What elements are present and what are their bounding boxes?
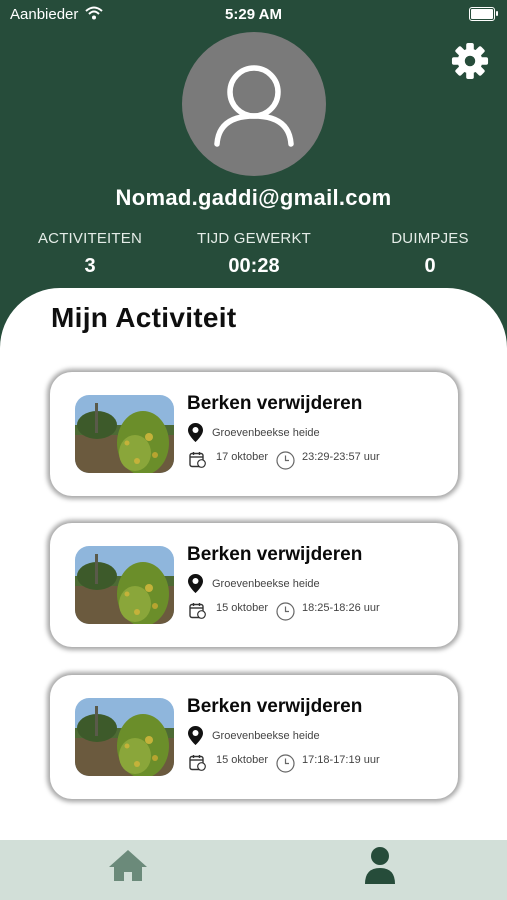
gear-icon[interactable] (451, 42, 489, 80)
stat-value: 3 (84, 255, 96, 277)
map-pin-icon (188, 574, 203, 593)
battery-icon (469, 7, 498, 21)
stat-label: DUIMPJES (391, 230, 469, 247)
stat-time-worked: TIJD GEWERKT 00:28 (188, 230, 320, 278)
activity-date: 17 oktober (216, 451, 268, 463)
activity-photo (75, 546, 174, 624)
person-icon (214, 65, 294, 147)
activity-time-range: 23:29-23:57 uur (302, 451, 380, 463)
status-bar: Aanbieder 5:29 AM (0, 0, 507, 30)
section-title: Mijn Activiteit (51, 302, 237, 333)
calendar-icon (189, 452, 206, 468)
stat-thumbs: DUIMPJES 0 (370, 230, 490, 278)
battery-level (471, 9, 493, 19)
person-icon[interactable] (362, 846, 398, 884)
activity-date: 15 oktober (216, 754, 268, 766)
activity-date: 15 oktober (216, 602, 268, 614)
status-time: 5:29 AM (225, 6, 282, 23)
stats-row: ACTIVITEITEN 3 TIJD GEWERKT 00:28 DUIMPJ… (0, 230, 507, 290)
stat-value: 00:28 (228, 255, 280, 277)
activity-card[interactable]: Berken verwijderen Groevenbeekse heide 1… (50, 372, 458, 496)
clock-icon (276, 602, 295, 621)
activity-location: Groevenbeekse heide (212, 427, 320, 439)
activity-title: Berken verwijderen (187, 696, 363, 717)
activity-card[interactable]: Berken verwijderen Groevenbeekse heide 1… (50, 675, 458, 799)
user-email: Nomad.gaddi@gmail.com (115, 185, 392, 210)
activity-title: Berken verwijderen (187, 544, 363, 565)
activity-photo (75, 395, 174, 473)
stat-value: 0 (424, 255, 436, 277)
stat-activities: ACTIVITEITEN 3 (20, 230, 160, 278)
map-pin-icon (188, 726, 203, 745)
avatar[interactable] (182, 32, 326, 176)
calendar-icon (189, 603, 206, 619)
calendar-icon (189, 755, 206, 771)
activity-location: Groevenbeekse heide (212, 730, 320, 742)
activity-photo (75, 698, 174, 776)
stat-label: ACTIVITEITEN (37, 230, 143, 247)
activity-time-range: 18:25-18:26 uur (302, 602, 380, 614)
clock-icon (276, 451, 295, 470)
stat-label: TIJD GEWERKT (196, 230, 312, 247)
clock-icon (276, 754, 295, 773)
home-icon[interactable] (107, 848, 149, 882)
map-pin-icon (188, 423, 203, 442)
activity-title: Berken verwijderen (187, 393, 363, 414)
bottom-tab-bar (0, 840, 507, 900)
activity-time-range: 17:18-17:19 uur (302, 754, 380, 766)
activity-location: Groevenbeekse heide (212, 578, 320, 590)
activity-card[interactable]: Berken verwijderen Groevenbeekse heide 1… (50, 523, 458, 647)
